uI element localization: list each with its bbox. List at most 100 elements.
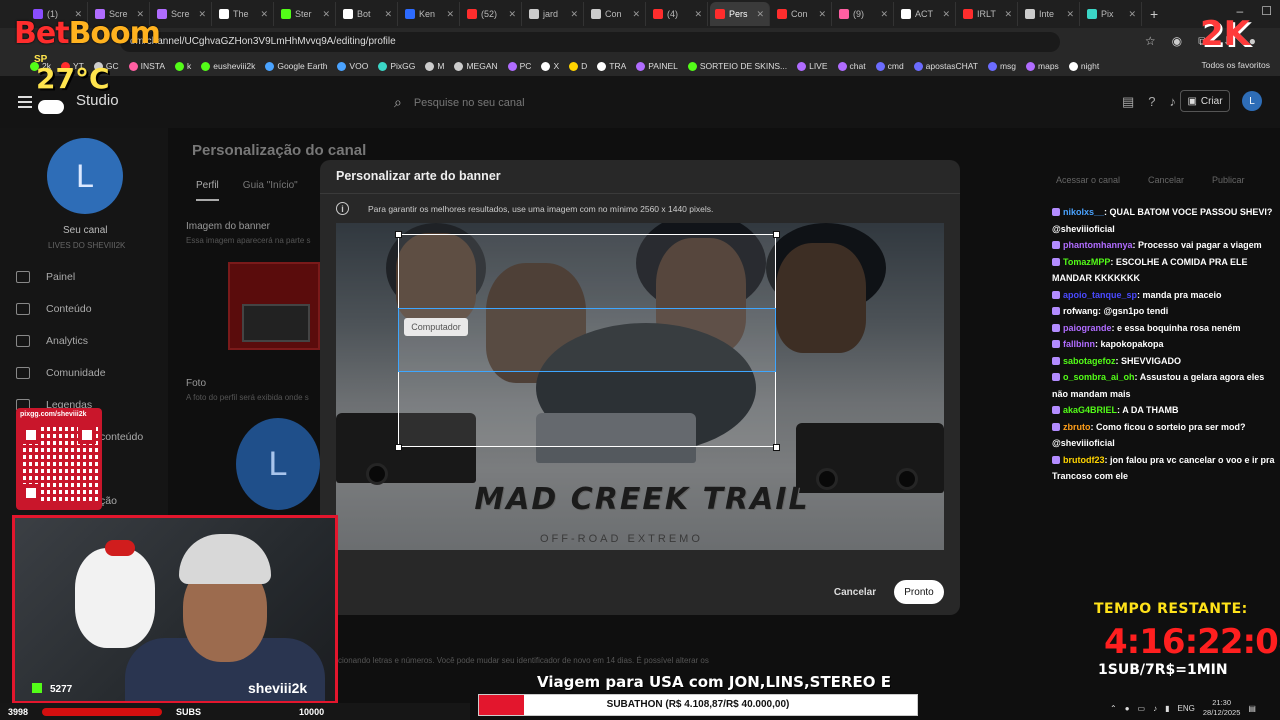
battery-icon[interactable]: ▮ [1165, 704, 1169, 713]
sidebar-item-partial[interactable]: ção [100, 495, 117, 507]
new-tab-button[interactable]: + [1150, 6, 1158, 22]
clock[interactable]: 21:30 28/12/2025 [1203, 698, 1241, 718]
bookmark[interactable]: k [175, 61, 191, 71]
chat-username[interactable]: zbruto [1063, 422, 1091, 432]
cancel-button[interactable]: Cancelar [826, 580, 884, 604]
close-icon[interactable]: ✕ [322, 9, 330, 20]
browser-tab[interactable]: The ✕ [214, 2, 274, 26]
menu-icon[interactable] [18, 96, 32, 108]
bookmark[interactable]: PC [507, 61, 531, 71]
bookmark[interactable]: eusheviii2k [201, 61, 255, 71]
browser-tab[interactable]: Inte ✕ [1020, 2, 1080, 26]
close-icon[interactable]: ✕ [1066, 9, 1074, 20]
browser-tab[interactable]: Bot ✕ [338, 2, 398, 26]
mic-icon[interactable]: ● [1125, 704, 1130, 713]
browser-tab[interactable]: Ken ✕ [400, 2, 460, 26]
comments-icon[interactable]: ▤ [1122, 94, 1134, 110]
chat-username[interactable]: phantomhannya [1063, 240, 1133, 250]
browser-tab[interactable]: Con ✕ [586, 2, 646, 26]
bookmark[interactable]: TRA [597, 61, 626, 71]
browser-tab[interactable]: (4) ✕ [648, 2, 708, 26]
channel-avatar[interactable]: L [47, 138, 123, 214]
bookmark[interactable]: LIVE [797, 61, 828, 71]
close-icon[interactable]: ✕ [570, 9, 578, 20]
close-icon[interactable]: ✕ [818, 9, 826, 20]
star-icon[interactable]: ☆ [1145, 34, 1156, 49]
all-favorites[interactable]: Todos os favoritos [1201, 60, 1270, 70]
close-icon[interactable]: ✕ [384, 9, 392, 20]
volume-icon[interactable]: ♪ [1153, 704, 1157, 713]
browser-tab[interactable]: Pers ✕ [710, 2, 770, 26]
close-icon[interactable]: ✕ [756, 9, 764, 20]
chat-username[interactable]: sabotagefoz [1063, 356, 1116, 366]
account-avatar[interactable]: L [1242, 91, 1262, 111]
create-button[interactable]: ▣ Criar [1180, 90, 1230, 112]
notification-icon[interactable]: ▤ [1248, 704, 1256, 713]
browser-tab[interactable]: ACT ✕ [896, 2, 956, 26]
bookmark[interactable]: D [569, 61, 587, 71]
browser-tab[interactable]: IRLT ✕ [958, 2, 1018, 26]
bell-icon[interactable]: ♪ [1170, 94, 1177, 110]
close-icon[interactable]: ✕ [1128, 9, 1136, 20]
network-icon[interactable]: ▭ [1138, 704, 1146, 713]
crop-handle-top-left[interactable] [395, 231, 402, 238]
close-icon[interactable]: ✕ [694, 9, 702, 20]
sidebar-item-content[interactable]: Conteúdo [16, 303, 92, 315]
bookmark[interactable]: apostasCHAT [913, 61, 978, 71]
chat-username[interactable]: fallbinn [1063, 339, 1095, 349]
bookmark[interactable]: chat [837, 61, 866, 71]
view-channel-button[interactable]: Acessar o canal [1050, 172, 1126, 190]
bookmark[interactable]: SORTEIO DE SKINS... [687, 61, 787, 71]
bookmark[interactable]: M [425, 61, 444, 71]
language[interactable]: ENG [1178, 704, 1195, 713]
crop-handle-top-right[interactable] [773, 231, 780, 238]
bookmark[interactable]: night [1068, 61, 1099, 71]
close-icon[interactable]: ✕ [880, 9, 888, 20]
crop-handle-bottom-right[interactable] [773, 444, 780, 451]
bookmark[interactable]: Google Earth [265, 61, 327, 71]
browser-tab[interactable]: Pix ✕ [1082, 2, 1142, 26]
publish-button[interactable]: Publicar [1206, 172, 1251, 190]
chat-username[interactable]: o_sombra_ai_oh [1063, 372, 1135, 382]
bookmark[interactable]: msg [987, 61, 1016, 71]
bookmark[interactable]: VOO [337, 61, 368, 71]
chat-username[interactable]: nikolxs__ [1063, 207, 1104, 217]
sidebar-item-partial-content[interactable]: conteúdo [100, 431, 143, 443]
chevron-up-icon[interactable]: ⌃ [1110, 704, 1117, 713]
chat-username[interactable]: brutodf23 [1063, 455, 1105, 465]
close-icon[interactable]: ✕ [1004, 9, 1012, 20]
bookmark[interactable]: PixGG [378, 61, 415, 71]
bookmark[interactable]: cmd [875, 61, 904, 71]
chat-username[interactable]: apoio_tanque_sp [1063, 290, 1137, 300]
sidebar-item-dashboard[interactable]: Painel [16, 271, 75, 283]
tab-profile[interactable]: Perfil [196, 180, 219, 201]
bookmark[interactable]: INSTA [128, 61, 165, 71]
extension-icon[interactable]: ◉ [1172, 34, 1182, 49]
crop-handle-bottom-left[interactable] [395, 444, 402, 451]
chat-username[interactable]: rofwang [1063, 306, 1098, 316]
chat-username[interactable]: paiogrande [1063, 323, 1112, 333]
sidebar-item-analytics[interactable]: Analytics [16, 335, 88, 347]
close-icon[interactable]: ✕ [942, 9, 950, 20]
browser-tab[interactable]: Con ✕ [772, 2, 832, 26]
search-bar[interactable]: ⌕ Pesquise no seu canal [394, 94, 525, 111]
sidebar-item-community[interactable]: Comunidade [16, 367, 106, 379]
browser-tab[interactable]: jard ✕ [524, 2, 584, 26]
close-icon[interactable]: ✕ [446, 9, 454, 20]
bookmark[interactable]: PAINEL [636, 61, 678, 71]
close-icon[interactable]: ✕ [260, 9, 268, 20]
tab-home[interactable]: Guia "Início" [243, 180, 298, 201]
browser-tab[interactable]: (9) ✕ [834, 2, 894, 26]
cancel-changes-button[interactable]: Cancelar [1142, 172, 1190, 190]
browser-tab[interactable]: (52) ✕ [462, 2, 522, 26]
maximize-icon[interactable]: ☐ [1261, 4, 1272, 18]
bookmark[interactable]: X [541, 61, 559, 71]
close-icon[interactable]: ✕ [508, 9, 516, 20]
browser-tab[interactable]: Scre ✕ [152, 2, 212, 26]
chat-username[interactable]: akaG4BRIEL [1063, 405, 1117, 415]
bookmark[interactable]: MEGAN [454, 61, 498, 71]
close-icon[interactable]: ✕ [198, 9, 206, 20]
chat-username[interactable]: TomazMPP [1063, 257, 1110, 267]
browser-tab[interactable]: Ster ✕ [276, 2, 336, 26]
help-icon[interactable]: ? [1148, 94, 1155, 110]
